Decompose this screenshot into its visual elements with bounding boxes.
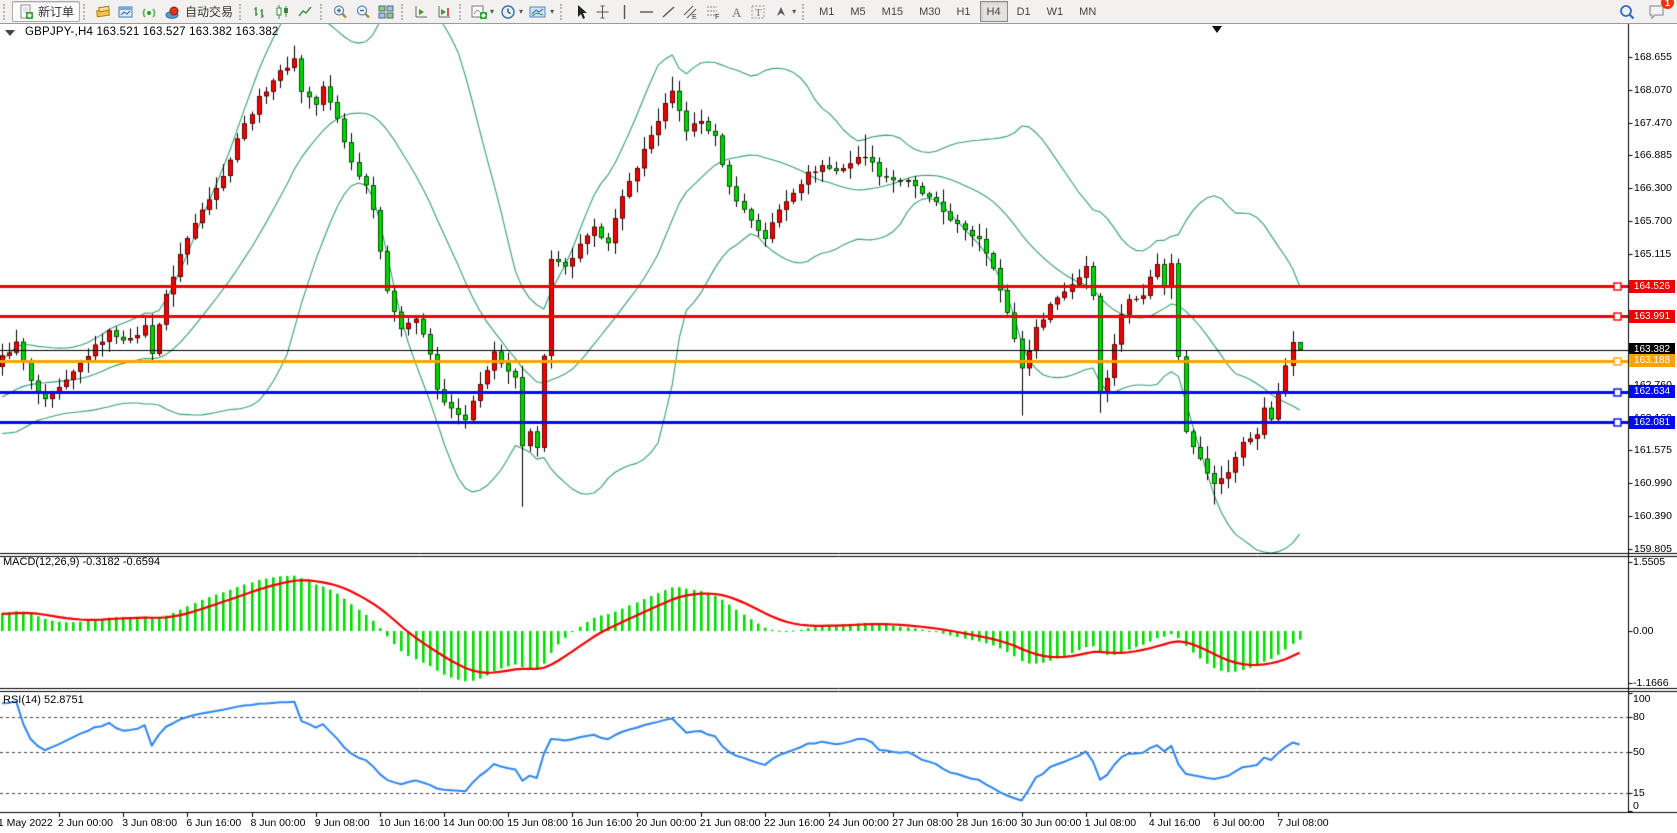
vertical-line-icon xyxy=(617,4,632,20)
bar-chart-icon xyxy=(251,4,268,20)
chevron-down-icon: ▾ xyxy=(490,7,494,16)
toolbar-grip[interactable] xyxy=(401,4,406,20)
auto-scroll-button[interactable] xyxy=(433,1,456,22)
template-button[interactable]: ▾ xyxy=(526,1,557,22)
zoom-out-button[interactable] xyxy=(352,1,375,22)
chart-shift-marker-icon[interactable] xyxy=(1212,26,1222,33)
cursor-icon xyxy=(573,4,588,20)
text-tool-button[interactable]: A xyxy=(725,1,747,22)
auto-trading-label: 自动交易 xyxy=(185,3,233,20)
line-chart-icon xyxy=(297,4,314,20)
timeframe-group: M1M5M15M30H1H4D1W1MN xyxy=(811,1,1104,22)
price-line-badge[interactable]: 163.188 xyxy=(1629,354,1675,367)
new-order-button[interactable]: 新订单 xyxy=(12,1,80,22)
chevron-down-icon: ▾ xyxy=(519,7,523,16)
new-order-label: 新订单 xyxy=(38,3,74,20)
auto-trading-icon xyxy=(164,4,181,20)
timeframe-button-w1[interactable]: W1 xyxy=(1040,1,1071,22)
charts-window-icon xyxy=(118,4,135,20)
line-chart-button[interactable] xyxy=(294,1,317,22)
svg-text:T: T xyxy=(755,7,762,19)
timeframe-button-h1[interactable]: H1 xyxy=(949,1,977,22)
period-clock-icon xyxy=(500,4,517,20)
vertical-line-tool-button[interactable] xyxy=(613,1,635,22)
new-chart-icon xyxy=(471,4,488,20)
timeframe-button-m30[interactable]: M30 xyxy=(912,1,947,22)
trendline-icon xyxy=(661,4,676,20)
timeframe-button-m15[interactable]: M15 xyxy=(875,1,910,22)
template-icon xyxy=(529,4,548,20)
symbols-icon xyxy=(95,4,112,20)
chevron-down-icon: ▾ xyxy=(550,7,554,16)
price-line-badge[interactable]: 162.634 xyxy=(1629,385,1675,398)
crosshair-tool-button[interactable] xyxy=(591,1,613,22)
toolbar-grip[interactable] xyxy=(83,4,88,20)
svg-text:A: A xyxy=(732,5,742,20)
signal-icon xyxy=(141,4,158,20)
chart-canvas[interactable] xyxy=(0,0,1677,833)
price-line-badge[interactable]: 164.526 xyxy=(1629,280,1675,293)
toolbar-grip[interactable] xyxy=(560,4,565,20)
trendline-tool-button[interactable] xyxy=(657,1,679,22)
toolbar-grip[interactable] xyxy=(239,4,244,20)
timeframe-button-mn[interactable]: MN xyxy=(1072,1,1103,22)
trading-terminal: 新订单 自动交易 ▾ ▾ ▾ E F A T ▾ M1M5M15M30H1H4D… xyxy=(0,0,1677,833)
text-label-icon: T xyxy=(750,4,767,20)
auto-trading-button[interactable]: 自动交易 xyxy=(161,1,236,22)
new-order-icon xyxy=(18,4,34,20)
candlestick-chart-button[interactable] xyxy=(271,1,294,22)
crosshair-icon xyxy=(595,4,610,20)
timeframe-button-d1[interactable]: D1 xyxy=(1010,1,1038,22)
search-button[interactable] xyxy=(1615,1,1639,22)
equidistant-channel-icon: E xyxy=(682,4,699,20)
zoom-out-icon xyxy=(355,4,372,20)
chevron-down-icon: ▾ xyxy=(792,7,796,16)
timeframe-button-m5[interactable]: M5 xyxy=(843,1,872,22)
zoom-in-button[interactable] xyxy=(329,1,352,22)
charts-window-button[interactable] xyxy=(115,1,138,22)
period-clock-button[interactable]: ▾ xyxy=(497,1,526,22)
toolbar-grip[interactable] xyxy=(802,4,807,20)
notification-badge[interactable]: 1 xyxy=(1661,0,1674,9)
notifications-button[interactable]: 1 xyxy=(1645,1,1669,22)
toolbar: 新订单 自动交易 ▾ ▾ ▾ E F A T ▾ M1M5M15M30H1H4D… xyxy=(0,0,1677,24)
arrow-shapes-icon xyxy=(773,4,790,20)
timeframe-button-h4[interactable]: H4 xyxy=(980,1,1008,22)
chart-shift-icon xyxy=(413,4,430,20)
timeframe-button-m1[interactable]: M1 xyxy=(812,1,841,22)
candlestick-chart-icon xyxy=(274,4,291,20)
fibonacci-tool-button[interactable]: F xyxy=(702,1,725,22)
bar-chart-button[interactable] xyxy=(248,1,271,22)
toolbar-grip[interactable] xyxy=(320,4,325,20)
auto-scroll-icon xyxy=(436,4,453,20)
svg-text:E: E xyxy=(692,14,697,20)
toolbar-grip[interactable] xyxy=(459,4,464,20)
new-chart-button[interactable]: ▾ xyxy=(468,1,497,22)
arrow-shapes-button[interactable]: ▾ xyxy=(770,1,799,22)
fibonacci-icon: F xyxy=(705,4,722,20)
search-icon xyxy=(1618,3,1636,21)
toolbar-grip[interactable] xyxy=(3,4,8,20)
signal-button[interactable] xyxy=(138,1,161,22)
horizontal-line-tool-button[interactable] xyxy=(635,1,657,22)
zoom-in-icon xyxy=(332,4,349,20)
price-line-badge[interactable]: 163.991 xyxy=(1629,310,1675,323)
text-icon: A xyxy=(729,4,744,20)
tile-windows-button[interactable] xyxy=(375,1,398,22)
equidistant-channel-tool-button[interactable]: E xyxy=(679,1,702,22)
symbols-button[interactable] xyxy=(92,1,115,22)
cursor-tool-button[interactable] xyxy=(569,1,591,22)
chart-shift-button[interactable] xyxy=(410,1,433,22)
horizontal-line-icon xyxy=(639,4,654,20)
price-line-badge[interactable]: 162.081 xyxy=(1629,416,1675,429)
tile-windows-icon xyxy=(378,4,395,20)
text-label-tool-button[interactable]: T xyxy=(747,1,770,22)
one-click-expander-icon[interactable] xyxy=(5,30,15,36)
svg-text:F: F xyxy=(715,14,719,20)
